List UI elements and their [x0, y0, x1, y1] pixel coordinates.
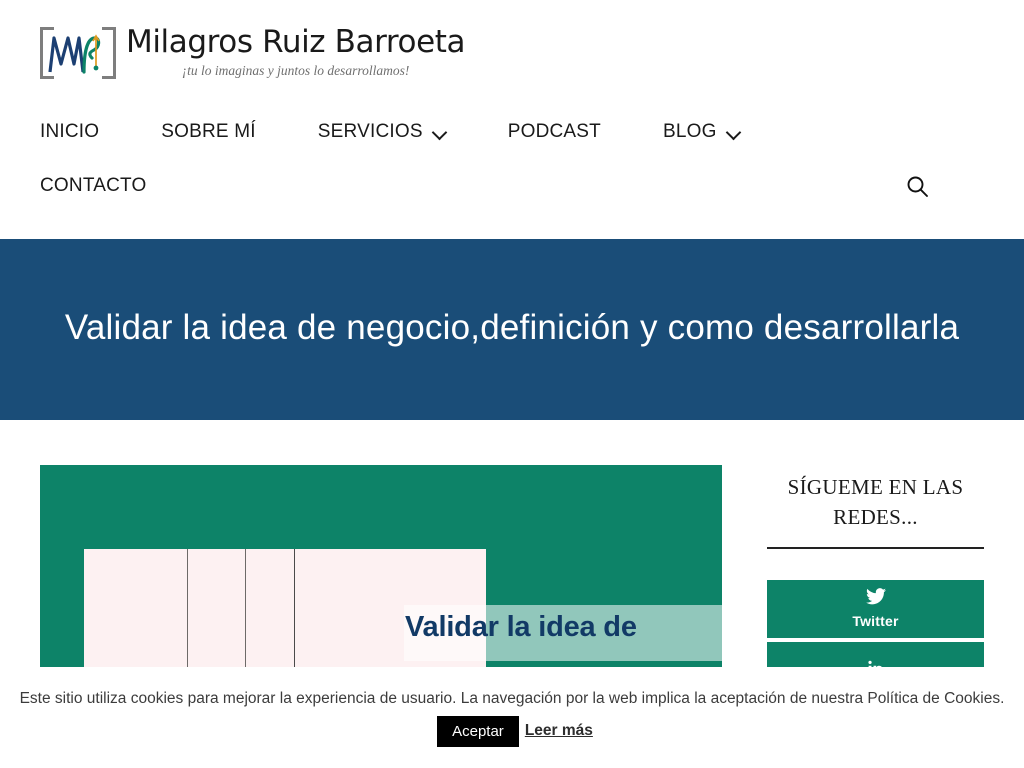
nav-label-servicios: SERVICIOS: [317, 121, 423, 142]
nav-label-blog: BLOG: [662, 121, 717, 142]
twitter-icon: [865, 588, 886, 610]
cookie-accept-button[interactable]: Aceptar: [437, 715, 519, 747]
logo-name: Milagros Ruiz Barroeta: [126, 24, 466, 61]
nav-item-podcast[interactable]: PODCAST: [508, 105, 601, 159]
featured-caption-text: Validar la idea de: [405, 611, 637, 643]
chevron-down-icon[interactable]: [727, 126, 740, 139]
nav-item-sobre-mi[interactable]: SOBRE MÍ: [161, 105, 256, 159]
nav-second-row: CONTACTO: [40, 159, 984, 213]
site-logo-link[interactable]: Milagros Ruiz Barroeta ¡tu lo imaginas y…: [40, 24, 466, 82]
logo-row: Milagros Ruiz Barroeta ¡tu lo imaginas y…: [40, 0, 984, 105]
sidebar: SÍGUEME EN LAS REDES... Twitter LinkedIn: [767, 465, 984, 700]
sidebar-heading: SÍGUEME EN LAS REDES...: [787, 475, 964, 529]
nav-label-podcast: PODCAST: [507, 121, 601, 142]
mrb-monogram-icon: [40, 24, 116, 82]
site-header: Milagros Ruiz Barroeta ¡tu lo imaginas y…: [0, 0, 1024, 239]
primary-navigation: INICIO SOBRE MÍ SERVICIOS PODCAST BLOG C…: [40, 105, 984, 239]
logo-tagline: ¡tu lo imaginas y juntos lo desarrollamo…: [181, 63, 410, 79]
social-link-twitter[interactable]: Twitter: [767, 579, 984, 638]
nav-label-sobre-mi: SOBRE MÍ: [161, 121, 256, 142]
cookie-consent-bar: Este sitio utiliza cookies para mejorar …: [0, 666, 1024, 768]
cookie-read-more-link[interactable]: Leer más: [525, 722, 593, 739]
page-title: Validar la idea de negocio,definición y …: [64, 308, 960, 348]
nav-item-contacto[interactable]: CONTACTO: [40, 159, 146, 213]
social-label-twitter: Twitter: [852, 613, 899, 630]
sidebar-divider: [767, 546, 984, 549]
cookie-notice-text: Este sitio utiliza cookies para mejorar …: [19, 689, 1005, 707]
nav-item-blog[interactable]: BLOG: [663, 105, 740, 159]
nav-label-contacto: CONTACTO: [40, 175, 147, 196]
page-title-banner: Validar la idea de negocio,definición y …: [0, 239, 1024, 420]
nav-item-servicios[interactable]: SERVICIOS: [318, 105, 446, 159]
nav-list: INICIO SOBRE MÍ SERVICIOS PODCAST BLOG: [40, 105, 940, 159]
search-icon[interactable]: [898, 167, 937, 206]
nav-label-inicio: INICIO: [40, 121, 100, 142]
nav-item-inicio[interactable]: INICIO: [40, 105, 99, 159]
chevron-down-icon[interactable]: [433, 126, 446, 139]
